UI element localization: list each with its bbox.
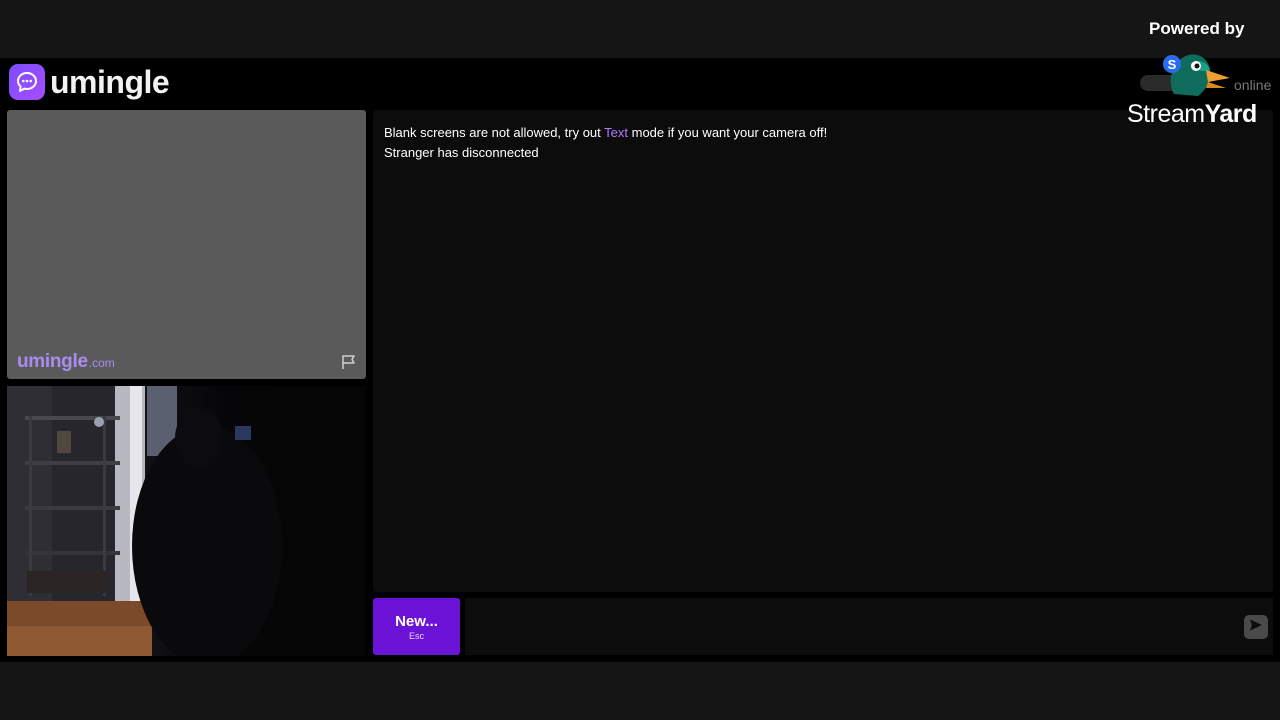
- chat-log[interactable]: Blank screens are not allowed, try out T…: [373, 110, 1273, 592]
- text-mode-link[interactable]: Text: [604, 125, 628, 140]
- new-chat-button[interactable]: New... Esc: [373, 598, 460, 655]
- message-input[interactable]: [465, 598, 1273, 655]
- watermark-suffix: .com: [88, 356, 115, 370]
- new-button-shortcut: Esc: [408, 630, 424, 641]
- flag-icon[interactable]: [340, 353, 358, 371]
- self-video: [7, 386, 366, 656]
- umingle-app: umingle 3 online umingle .com: [0, 58, 1280, 662]
- send-arrow-icon: [1249, 618, 1263, 637]
- streamyard-wordmark: StreamYard: [1127, 100, 1257, 128]
- svg-text:S: S: [1168, 57, 1177, 72]
- chat-bubble-icon: [9, 64, 45, 100]
- bottom-letterbox: [0, 662, 1280, 720]
- stranger-video: umingle .com: [7, 110, 366, 379]
- logo-text: umingle: [50, 63, 170, 100]
- watermark-text: umingle: [17, 351, 88, 372]
- app-logo[interactable]: umingle: [9, 63, 170, 101]
- status-message: Stranger has disconnected: [384, 145, 539, 160]
- online-label: online: [1234, 77, 1272, 93]
- duck-mascot-icon: S: [1163, 54, 1230, 96]
- webcam-scene: [7, 386, 366, 656]
- new-button-label: New...: [395, 612, 438, 630]
- top-letterbox: [0, 0, 1280, 58]
- video-watermark: umingle .com: [17, 351, 115, 373]
- powered-by-label: Powered by: [1149, 19, 1245, 38]
- send-button[interactable]: [1244, 615, 1268, 639]
